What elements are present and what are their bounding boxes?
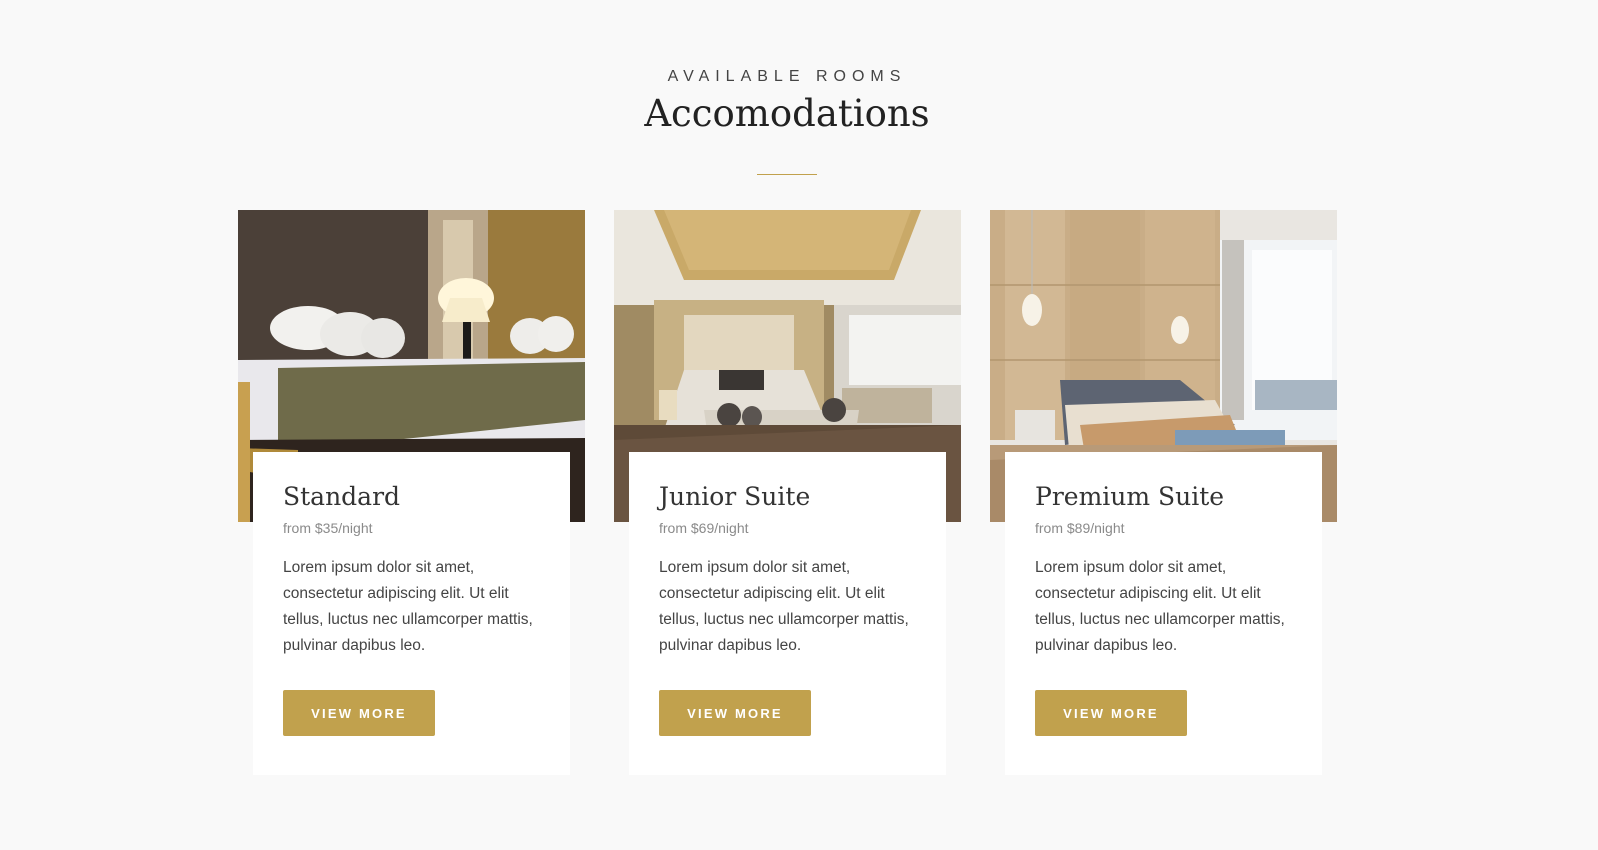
view-more-button[interactable]: VIEW MORE bbox=[283, 690, 435, 736]
section-eyebrow: AVAILABLE ROOMS bbox=[667, 68, 907, 85]
room-description: Lorem ipsum dolor sit amet, consectetur … bbox=[1035, 559, 1285, 654]
view-more-button[interactable]: VIEW MORE bbox=[1035, 690, 1187, 736]
room-description: Lorem ipsum dolor sit amet, consectetur … bbox=[283, 559, 533, 654]
room-description: Lorem ipsum dolor sit amet, consectetur … bbox=[659, 559, 909, 654]
room-name: Junior Suite bbox=[659, 482, 811, 511]
room-name: Premium Suite bbox=[1035, 482, 1225, 511]
room-price: from $35/night bbox=[283, 520, 373, 536]
room-price: from $89/night bbox=[1035, 520, 1125, 536]
room-card-junior-suite: Junior Suite from $69/night Lorem ipsum … bbox=[614, 210, 961, 775]
room-name: Standard bbox=[283, 482, 401, 511]
room-card-body: Premium Suite from $89/night Lorem ipsum… bbox=[1005, 452, 1322, 775]
room-card-standard: Standard from $35/night Lorem ipsum dolo… bbox=[238, 210, 585, 775]
section-title: Accomodations bbox=[644, 92, 930, 135]
room-price: from $69/night bbox=[659, 520, 749, 536]
title-divider bbox=[757, 174, 817, 175]
room-card-body: Junior Suite from $69/night Lorem ipsum … bbox=[629, 452, 946, 775]
view-more-button[interactable]: VIEW MORE bbox=[659, 690, 811, 736]
room-card-body: Standard from $35/night Lorem ipsum dolo… bbox=[253, 452, 570, 775]
room-card-premium-suite: Premium Suite from $89/night Lorem ipsum… bbox=[990, 210, 1337, 775]
